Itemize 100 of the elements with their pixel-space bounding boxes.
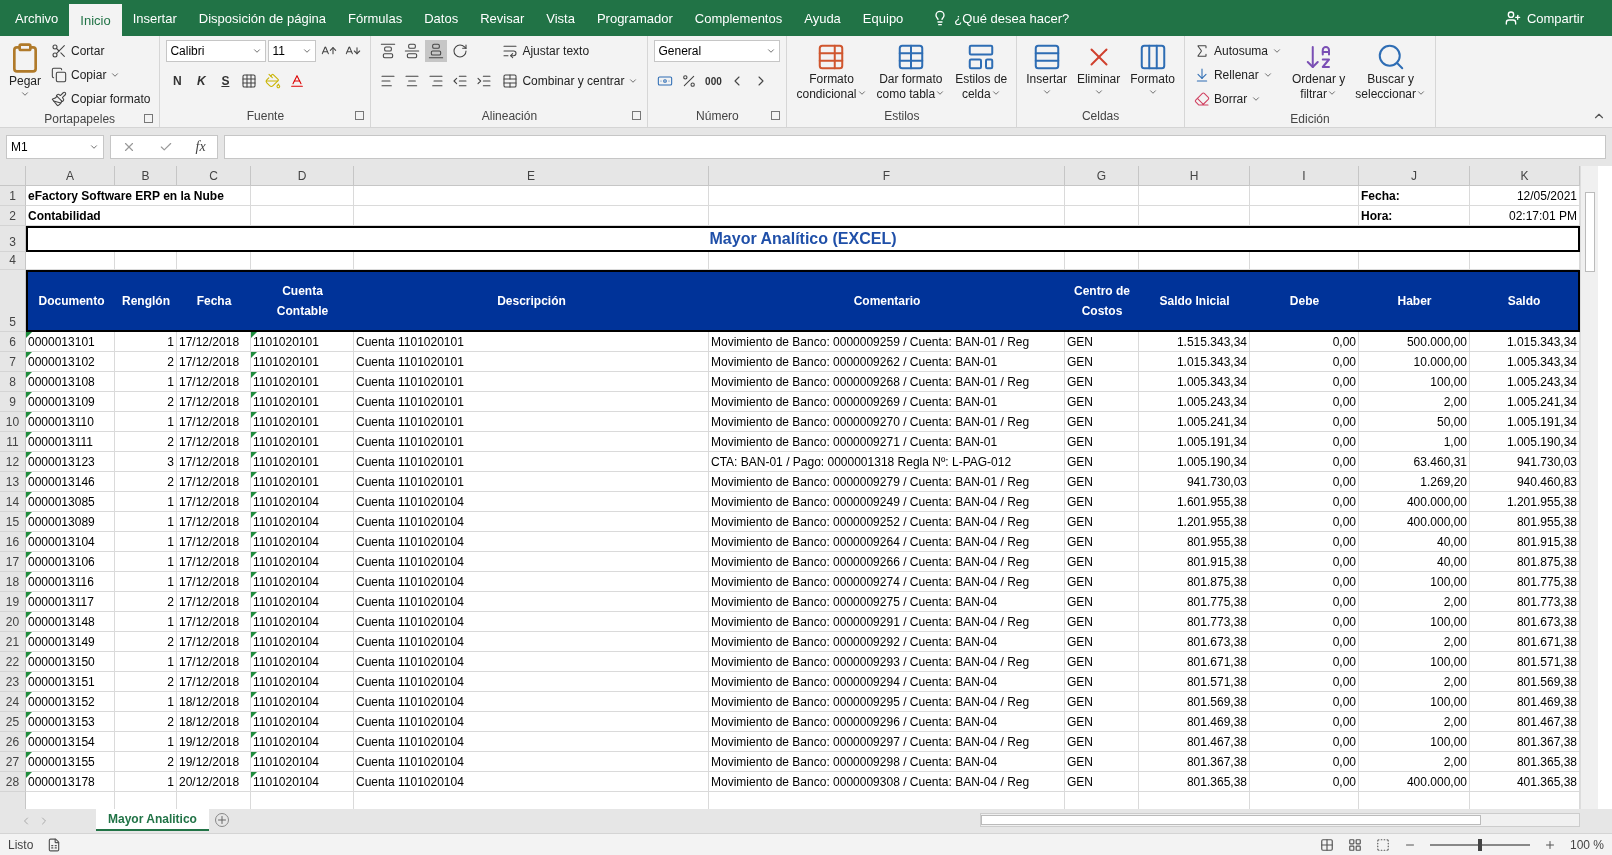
ribbon-tab[interactable]: Equipo <box>851 0 915 36</box>
page-layout-icon[interactable] <box>1347 837 1362 852</box>
row-number[interactable]: 20 <box>0 612 26 632</box>
column-letter[interactable]: I <box>1250 166 1359 186</box>
cells-button[interactable]: Insertar <box>1023 40 1070 99</box>
row-number[interactable]: 25 <box>0 712 26 732</box>
ribbon-tab[interactable]: Complementos <box>683 0 794 36</box>
clipboard-action-button[interactable]: Copiar formato <box>48 88 154 110</box>
zoom-thumb[interactable] <box>1477 838 1482 851</box>
table-cell: Cuenta 1101020101 <box>354 372 709 392</box>
row-number[interactable]: 15 <box>0 512 26 532</box>
column-letter[interactable]: J <box>1359 166 1470 186</box>
cells-button[interactable]: Formato <box>1127 40 1178 99</box>
column-letter[interactable]: A <box>26 166 115 186</box>
ribbon-tab[interactable]: Vista <box>535 0 586 36</box>
row-number[interactable]: 26 <box>0 732 26 752</box>
ribbon-tab[interactable]: Disposición de página <box>187 0 337 36</box>
row-number[interactable]: 17 <box>0 552 26 572</box>
merge-button[interactable]: Combinar y centrar <box>499 70 642 92</box>
row-number[interactable]: 9 <box>0 392 26 412</box>
row-number[interactable]: 22 <box>0 652 26 672</box>
row-number[interactable]: 21 <box>0 632 26 652</box>
sheet-tab[interactable]: Mayor Analitico <box>96 809 209 831</box>
font-style-button[interactable]: S <box>214 70 237 92</box>
row-number[interactable]: 19 <box>0 592 26 612</box>
row-number[interactable]: 16 <box>0 532 26 552</box>
styles-button[interactable]: Estilos de celda <box>952 40 1011 104</box>
row-number[interactable]: 23 <box>0 672 26 692</box>
clipboard-action-button[interactable]: Cortar <box>48 40 154 62</box>
table-cell: 1101020104 <box>251 612 354 632</box>
row-number[interactable]: 1 <box>0 186 26 206</box>
paste-button[interactable]: Pegar <box>6 40 45 101</box>
thousands-button[interactable]: 000 <box>702 70 725 92</box>
name-box[interactable]: M1 <box>6 135 104 159</box>
column-letter[interactable]: G <box>1065 166 1139 186</box>
editing-button[interactable]: Rellenar <box>1190 64 1285 86</box>
normal-view-icon[interactable] <box>1319 837 1334 852</box>
function-label[interactable]: fx <box>195 139 206 155</box>
font-name-field[interactable]: Calibri <box>166 40 267 62</box>
table-cell: 1101020104 <box>251 652 354 672</box>
launcher-icon <box>144 114 154 123</box>
share-button[interactable]: Compartir <box>1498 0 1590 36</box>
column-letter[interactable]: E <box>354 166 709 186</box>
table-cell: 801.673,38 <box>1139 632 1250 652</box>
column-letter[interactable]: D <box>251 166 354 186</box>
font-style-button[interactable]: K <box>190 70 213 92</box>
font-style-button[interactable]: N <box>166 70 189 92</box>
table-cell: 0,00 <box>1250 672 1359 692</box>
wrap-text-button[interactable]: Ajustar texto <box>499 40 642 62</box>
vertical-scrollbar[interactable] <box>1580 166 1598 809</box>
horizontal-scrollbar[interactable] <box>980 813 1580 827</box>
copy-icon <box>51 67 68 83</box>
ribbon-tab[interactable]: Revisar <box>469 0 536 36</box>
ribbon-tab[interactable]: Fórmulas <box>337 0 414 36</box>
user-plus-icon <box>1504 10 1521 26</box>
caret-icon <box>1416 88 1427 98</box>
row-number[interactable]: 7 <box>0 352 26 372</box>
row-number[interactable]: 27 <box>0 752 26 772</box>
editing-button[interactable]: Buscar y seleccionar <box>1352 40 1430 104</box>
row-number[interactable]: 5 <box>0 270 26 332</box>
clipboard-action-button[interactable]: Copiar <box>48 64 154 86</box>
ribbon-tab[interactable]: Archivo <box>4 0 70 36</box>
ribbon-tab[interactable]: Insertar <box>121 0 188 36</box>
vertical-align-button[interactable] <box>425 40 448 62</box>
column-letter[interactable]: H <box>1139 166 1250 186</box>
cells-button[interactable]: Eliminar <box>1073 40 1124 99</box>
editing-button[interactable]: Ordenar y filtrar <box>1289 40 1349 104</box>
row-number[interactable]: 3 <box>0 226 26 252</box>
row-number[interactable]: 28 <box>0 772 26 792</box>
column-letter[interactable]: C <box>177 166 251 186</box>
row-number[interactable]: 14 <box>0 492 26 512</box>
row-number[interactable]: 18 <box>0 572 26 592</box>
ribbon-tab[interactable]: Inicio <box>69 4 122 36</box>
row-number[interactable]: 8 <box>0 372 26 392</box>
table-cell: 18/12/2018 <box>177 692 251 712</box>
editing-button[interactable]: Autosuma <box>1190 40 1285 62</box>
formula-input[interactable] <box>224 135 1606 159</box>
enter-icon[interactable] <box>158 140 173 154</box>
column-letter[interactable]: K <box>1470 166 1580 186</box>
row-number[interactable]: 10 <box>0 412 26 432</box>
editing-button[interactable]: Borrar <box>1190 88 1285 110</box>
number-format-field[interactable]: General <box>654 40 781 62</box>
row-number[interactable]: 6 <box>0 332 26 352</box>
column-letter[interactable]: B <box>115 166 177 186</box>
ribbon-tab[interactable]: Programador <box>585 0 684 36</box>
row-number[interactable]: 24 <box>0 692 26 712</box>
styles-button[interactable]: Formato condicional <box>793 40 870 104</box>
row-number[interactable]: 11 <box>0 432 26 452</box>
zoom-in-icon[interactable] <box>1543 838 1556 851</box>
ribbon-tab[interactable]: Datos <box>413 0 470 36</box>
row-number[interactable]: 13 <box>0 472 26 492</box>
font-size-field[interactable]: 11 <box>268 40 317 62</box>
row-number[interactable]: 12 <box>0 452 26 472</box>
tell-me-search[interactable]: ¿Qué desea hacer? <box>926 0 1076 36</box>
ribbon-tab[interactable]: Ayuda <box>793 0 852 36</box>
row-number[interactable]: 4 <box>0 252 26 270</box>
column-letter[interactable]: F <box>709 166 1065 186</box>
group-label: Edición <box>1289 111 1331 128</box>
row-number[interactable]: 2 <box>0 206 26 226</box>
styles-button[interactable]: Dar formato como tabla <box>873 40 949 104</box>
